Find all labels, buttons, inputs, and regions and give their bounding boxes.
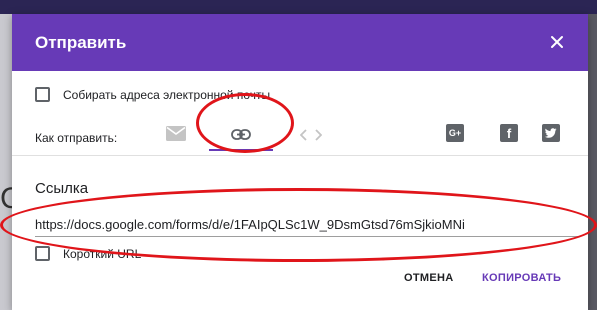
- link-heading: Ссылка: [35, 180, 89, 197]
- send-form-dialog: Отправить Собирать адреса электронной по…: [12, 14, 588, 310]
- twitter-icon: [545, 128, 557, 138]
- form-link-field[interactable]: [35, 212, 579, 237]
- send-link-tab[interactable]: [209, 122, 273, 152]
- google-plus-icon: G+: [448, 128, 462, 138]
- send-email-tab[interactable]: [166, 126, 186, 147]
- shorten-url-label: Короткий URL: [63, 247, 142, 261]
- background-edge: [588, 14, 597, 310]
- link-icon: [231, 129, 251, 140]
- send-via-label: Как отправить:: [35, 131, 118, 145]
- facebook-icon: f: [506, 126, 512, 141]
- close-button[interactable]: [544, 29, 570, 55]
- send-embed-tab[interactable]: [299, 128, 323, 147]
- facebook-share-button[interactable]: f: [500, 124, 518, 142]
- google-plus-share-button[interactable]: G+: [446, 124, 464, 142]
- cancel-button[interactable]: ОТМЕНА: [404, 272, 453, 284]
- close-icon: [551, 36, 563, 48]
- dialog-title: Отправить: [35, 33, 127, 52]
- background-page: С: [0, 14, 22, 310]
- selected-tab-indicator: [209, 149, 273, 151]
- email-icon: [166, 126, 186, 141]
- embed-code-icon: [299, 129, 323, 141]
- dialog-header: Отправить: [12, 14, 588, 71]
- collect-emails-label: Собирать адреса электронной почты: [63, 88, 271, 102]
- section-divider: [12, 155, 588, 156]
- twitter-share-button[interactable]: [542, 124, 560, 142]
- background-top-bar: [0, 0, 597, 14]
- shorten-url-checkbox[interactable]: [35, 246, 50, 261]
- copy-button[interactable]: КОПИРОВАТЬ: [482, 272, 561, 284]
- collect-emails-checkbox[interactable]: [35, 87, 50, 102]
